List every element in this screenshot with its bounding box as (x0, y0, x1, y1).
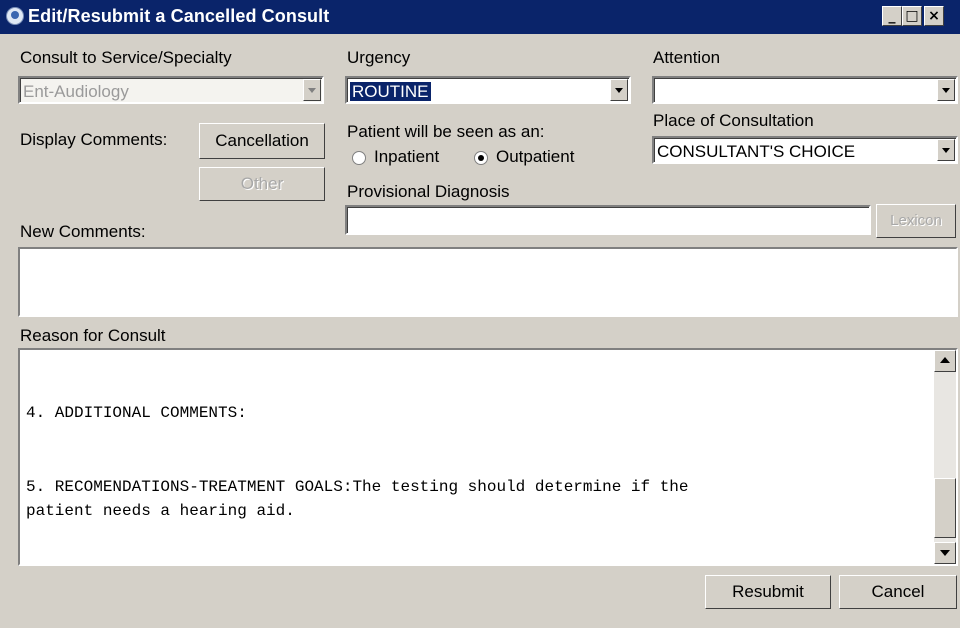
attention-label: Attention (653, 48, 721, 67)
cancel-button[interactable]: Cancel (839, 575, 957, 609)
attention-combo[interactable] (652, 76, 958, 104)
new-comments-memo[interactable] (18, 247, 958, 317)
minimize-button[interactable]: _ (882, 6, 902, 26)
other-button[interactable]: Other (199, 167, 325, 201)
service-value: Ent-Audiology (23, 82, 129, 101)
service-label: Consult to Service/Specialty (20, 48, 232, 67)
provisional-label: Provisional Diagnosis (347, 182, 510, 201)
cancellation-button-label: Cancellation (215, 131, 309, 150)
place-label: Place of Consultation (653, 111, 814, 130)
lexicon-button-label: Lexicon (890, 212, 942, 229)
cancellation-button[interactable]: Cancellation (199, 123, 325, 159)
close-icon: × (928, 8, 940, 24)
chevron-down-icon (303, 79, 321, 101)
title-bar[interactable]: Edit/Resubmit a Cancelled Consult _ □ × (0, 0, 960, 34)
chevron-down-icon[interactable] (937, 79, 955, 101)
urgency-value: ROUTINE (350, 82, 431, 101)
urgency-label: Urgency (347, 48, 411, 67)
reason-line: patient needs a hearing aid. (26, 502, 295, 520)
scroll-down-icon[interactable] (934, 542, 956, 564)
reason-scrollbar[interactable] (934, 350, 956, 564)
consult-dialog: Edit/Resubmit a Cancelled Consult _ □ × … (0, 0, 960, 628)
resubmit-button-label: Resubmit (732, 582, 804, 601)
reason-label: Reason for Consult (20, 326, 166, 345)
inpatient-radio[interactable] (352, 151, 366, 165)
provisional-input[interactable] (345, 205, 871, 235)
resubmit-button[interactable]: Resubmit (705, 575, 831, 609)
maximize-button[interactable]: □ (902, 6, 922, 26)
reason-line: 4. ADDITIONAL COMMENTS: (26, 404, 247, 422)
reason-memo[interactable]: 4. ADDITIONAL COMMENTS: 5. RECOMENDATION… (18, 348, 958, 566)
display-comments-label: Display Comments: (20, 130, 168, 149)
outpatient-radio[interactable] (474, 151, 488, 165)
chevron-down-icon[interactable] (937, 139, 955, 161)
scroll-thumb[interactable] (934, 478, 956, 538)
service-combo: Ent-Audiology (18, 76, 324, 104)
other-button-label: Other (240, 174, 284, 193)
window-title: Edit/Resubmit a Cancelled Consult (28, 6, 330, 26)
scroll-up-icon[interactable] (934, 350, 956, 372)
chevron-down-icon[interactable] (610, 79, 628, 101)
patient-seen-label: Patient will be seen as an: (347, 122, 545, 141)
cancel-button-label: Cancel (871, 582, 925, 601)
urgency-combo[interactable]: ROUTINE (345, 76, 631, 104)
place-value: CONSULTANT'S CHOICE (657, 142, 856, 161)
lexicon-button[interactable]: Lexicon (876, 204, 956, 238)
minimize-icon: _ (888, 8, 896, 24)
maximize-icon: □ (905, 8, 919, 24)
close-button[interactable]: × (924, 6, 944, 26)
place-combo[interactable]: CONSULTANT'S CHOICE (652, 136, 958, 164)
outpatient-label[interactable]: Outpatient (496, 147, 574, 167)
new-comments-label: New Comments: (20, 222, 146, 241)
app-icon (6, 7, 24, 25)
inpatient-label[interactable]: Inpatient (374, 147, 439, 167)
reason-line: 5. RECOMENDATIONS-TREATMENT GOALS:The te… (26, 478, 689, 496)
